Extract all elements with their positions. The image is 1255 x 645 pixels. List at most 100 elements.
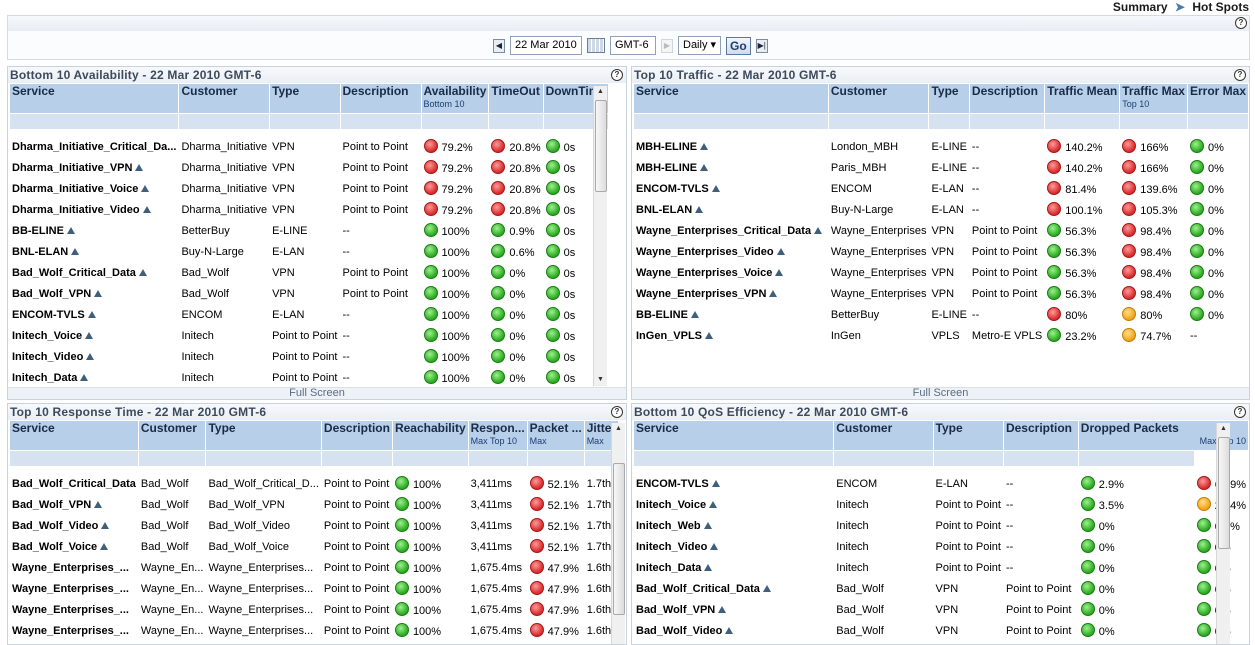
table-row[interactable]: Bad_Wolf_Video Bad_Wolf VPN Point to Point 0…	[634, 620, 1248, 641]
scroll-thumb[interactable]	[1218, 437, 1230, 549]
column-header[interactable]: Reachability	[392, 421, 468, 450]
table-row[interactable]: Wayne_Enterprises_... Wayne_En... Wayne_En…	[10, 599, 618, 620]
service-link[interactable]: Dharma_Initiative_Video	[10, 199, 178, 220]
service-link[interactable]: Bad_Wolf_VPN	[10, 494, 138, 515]
expand-triangle-icon[interactable]	[135, 163, 144, 171]
table-row[interactable]: BNL-ELAN Buy-N-Large E-LAN -- 100.1% 105.3% 0%	[634, 199, 1248, 220]
scroll-down-icon[interactable]: ▼	[594, 374, 607, 386]
page-help-icon[interactable]: ?	[1235, 17, 1247, 29]
service-link[interactable]: Bad_Wolf_Video	[634, 620, 833, 641]
column-filter-cell[interactable]	[206, 450, 321, 466]
service-link[interactable]: Initech_Web	[634, 515, 833, 536]
column-filter-cell[interactable]	[489, 113, 543, 129]
expand-triangle-icon[interactable]	[725, 626, 734, 634]
period-select[interactable]: Daily ▾	[678, 36, 722, 55]
service-link[interactable]: Initech_Voice	[634, 494, 833, 515]
service-link[interactable]: MBH-ELINE	[634, 157, 828, 178]
expand-triangle-icon[interactable]	[87, 310, 96, 318]
column-filter-cell[interactable]	[421, 113, 489, 129]
column-header[interactable]: Description	[1003, 421, 1078, 450]
service-link[interactable]: ENCOM-TVLS	[634, 178, 828, 199]
scroll-thumb[interactable]	[613, 463, 625, 615]
service-link[interactable]: Initech_Video	[10, 346, 178, 367]
column-filter-cell[interactable]	[1187, 113, 1248, 129]
table-row[interactable]: Initech_VideoInitechPoint to Point--0%0%	[634, 536, 1248, 557]
expand-triangle-icon[interactable]	[705, 331, 714, 339]
table-row[interactable]: ENCOM-TVLS ENCOM E-LAN -- 81.4% 139.6% 0%	[634, 178, 1248, 199]
table-row[interactable]: Bad_Wolf_Video Bad_Wolf Bad_Wolf_Video Poin…	[10, 515, 618, 536]
table-row[interactable]: ENCOM-TVLS ENCOM E-LAN -- 2.9% 68.9%	[634, 473, 1248, 494]
column-filter-cell[interactable]	[1003, 450, 1078, 466]
service-link[interactable]: BNL-ELAN	[634, 199, 828, 220]
service-link[interactable]: Bad_Wolf_Video	[10, 515, 138, 536]
expand-triangle-icon[interactable]	[762, 584, 771, 592]
table-row[interactable]: Wayne_Enterprises_... Wayne_En... Wayne_En…	[10, 557, 618, 578]
response-help-icon[interactable]: ?	[611, 406, 623, 418]
expand-triangle-icon[interactable]	[86, 352, 95, 360]
service-link[interactable]: BNL-ELAN	[10, 241, 178, 262]
table-row[interactable]: Dharma_Initiative_Critical_Da... Dharma_I…	[10, 136, 608, 157]
column-header[interactable]: Customer	[179, 84, 270, 113]
service-link[interactable]: InGen_VPLS	[634, 325, 828, 346]
service-link[interactable]: ENCOM-TVLS	[10, 304, 178, 325]
table-row[interactable]: Bad_Wolf_VPNBad_WolfVPNPoint to Point0%0…	[634, 599, 1248, 620]
service-link[interactable]: Dharma_Initiative_Voice	[10, 178, 178, 199]
table-row[interactable]: Dharma_Initiative_Video Dharma_Initiative…	[10, 199, 608, 220]
column-filter-cell[interactable]	[1078, 450, 1194, 466]
column-header[interactable]: Type	[270, 84, 340, 113]
column-header[interactable]: Description	[969, 84, 1045, 113]
service-link[interactable]: BB-ELINE	[10, 220, 178, 241]
traffic-help-icon[interactable]: ?	[1234, 69, 1246, 81]
expand-triangle-icon[interactable]	[94, 500, 103, 508]
column-filter-cell[interactable]	[10, 450, 138, 466]
service-link[interactable]: Bad_Wolf_Voice	[10, 536, 138, 557]
expand-triangle-icon[interactable]	[769, 289, 778, 297]
table-row[interactable]: Wayne_Enterprises_Video Wayne_Enterprises…	[634, 241, 1248, 262]
expand-triangle-icon[interactable]	[85, 331, 94, 339]
timezone-input[interactable]: GMT-6	[610, 36, 656, 55]
table-row[interactable]: Wayne_Enterprises_... Wayne_En... Wayne_En…	[10, 620, 618, 641]
expand-triangle-icon[interactable]	[141, 184, 150, 192]
column-filter-cell[interactable]	[179, 113, 270, 129]
expand-triangle-icon[interactable]	[690, 310, 699, 318]
column-header[interactable]: Description	[321, 421, 392, 450]
service-link[interactable]: Wayne_Enterprises_...	[10, 620, 138, 641]
column-header[interactable]: TimeOut	[489, 84, 543, 113]
expand-triangle-icon[interactable]	[710, 542, 719, 550]
service-link[interactable]: Bad_Wolf_VPN	[634, 599, 833, 620]
column-filter-cell[interactable]	[138, 450, 206, 466]
expand-triangle-icon[interactable]	[718, 605, 727, 613]
column-filter-cell[interactable]	[1120, 113, 1187, 129]
table-row[interactable]: Initech_Voice Initech Point to Point -- 100%…	[10, 325, 608, 346]
table-row[interactable]: ENCOM-TVLS ENCOM E-LAN -- 100% 0% 0s	[10, 304, 608, 325]
table-row[interactable]: Initech_Voice Initech Point to Point -- 3.5%…	[634, 494, 1248, 515]
expand-triangle-icon[interactable]	[80, 373, 89, 381]
table-row[interactable]: MBH-ELINE Paris_MBH E-LINE -- 140.2% 166% 0%	[634, 157, 1248, 178]
table-row[interactable]: MBH-ELINE London_MBH E-LINE -- 140.2% 166% 0%	[634, 136, 1248, 157]
table-row[interactable]: Bad_Wolf_Critical_Data Bad_Wolf VPN Point t…	[634, 578, 1248, 599]
table-row[interactable]: Bad_Wolf_VPN Bad_Wolf Bad_Wolf_VPN Point to…	[10, 494, 618, 515]
table-row[interactable]: Bad_Wolf_Voice Bad_Wolf Bad_Wolf_Voice Poin…	[10, 536, 618, 557]
column-filter-cell[interactable]	[527, 450, 584, 466]
table-row[interactable]: Wayne_Enterprises_Voice Wayne_Enterprises…	[634, 262, 1248, 283]
column-header[interactable]: Service	[10, 421, 138, 450]
service-link[interactable]: Bad_Wolf_Critical_Data	[10, 473, 138, 494]
column-header[interactable]: Traffic Max Top 10	[1120, 84, 1187, 113]
service-link[interactable]: Wayne_Enterprises_VPN	[634, 283, 828, 304]
availability-scrollbar[interactable]: ▲ ▼	[593, 86, 607, 386]
table-row[interactable]: Bad_Wolf_VPN Bad_Wolf VPN Point to Point 100…	[10, 283, 608, 304]
service-link[interactable]: Initech_Data	[10, 367, 178, 388]
expand-triangle-icon[interactable]	[709, 500, 718, 508]
qos-scrollbar[interactable]: ▲	[1216, 423, 1230, 644]
column-filter-cell[interactable]	[10, 113, 179, 129]
expand-triangle-icon[interactable]	[138, 268, 147, 276]
traffic-full-screen-link[interactable]: Full Screen	[632, 387, 1249, 399]
service-link[interactable]: ENCOM-TVLS	[634, 473, 833, 494]
availability-full-screen-link[interactable]: Full Screen	[8, 387, 626, 399]
column-filter-cell[interactable]	[321, 450, 392, 466]
expand-triangle-icon[interactable]	[142, 205, 151, 213]
column-filter-cell[interactable]	[828, 113, 929, 129]
column-header[interactable]: Customer	[834, 421, 933, 450]
expand-triangle-icon[interactable]	[700, 163, 709, 171]
column-filter-cell[interactable]	[392, 450, 468, 466]
